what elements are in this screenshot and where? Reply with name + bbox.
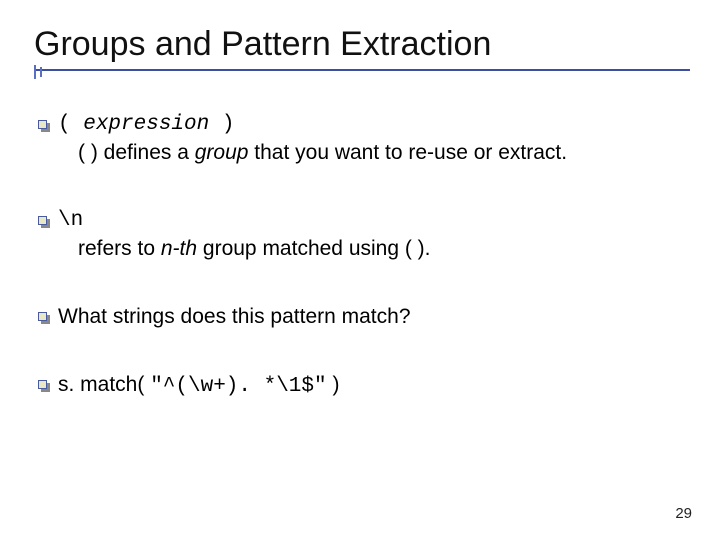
bullet-icon	[38, 120, 48, 130]
italic-group: group	[195, 141, 249, 164]
regex-literal: "^(\w+). *\1$"	[150, 375, 326, 398]
title-block: Groups and Pattern Extraction	[34, 26, 690, 77]
group-desc: ( ) defines a group that you want to re-…	[78, 140, 567, 165]
slide-title: Groups and Pattern Extraction	[34, 26, 690, 63]
text: )	[327, 373, 340, 396]
bullet-icon	[38, 216, 48, 226]
text: that you want to re-use or extract.	[248, 141, 567, 164]
paren-close: )	[209, 113, 234, 136]
slide: Groups and Pattern Extraction ( expressi…	[0, 0, 720, 540]
group-signature: ( expression )	[58, 112, 234, 137]
text: refers to	[78, 237, 161, 260]
text: group matched using ( ).	[197, 237, 430, 260]
bullet-icon	[38, 380, 48, 390]
title-rule-outline	[24, 61, 700, 81]
backref-token: \n	[58, 209, 83, 232]
question-line: What strings does this pattern match?	[58, 304, 411, 329]
italic-nth: n-th	[161, 237, 197, 260]
expression-token: expression	[83, 113, 209, 136]
slide-number: 29	[675, 505, 692, 522]
bullet-icon	[38, 312, 48, 322]
backref-signature: \n	[58, 208, 83, 233]
text: s. match(	[58, 373, 150, 396]
backref-desc: refers to n-th group matched using ( ).	[78, 236, 431, 261]
paren-open: (	[58, 113, 83, 136]
text: ( ) defines a	[78, 141, 195, 164]
code-line: s. match( "^(\w+). *\1$" )	[58, 372, 339, 399]
text: What strings does this pattern match?	[58, 305, 411, 328]
title-rule	[34, 69, 690, 77]
